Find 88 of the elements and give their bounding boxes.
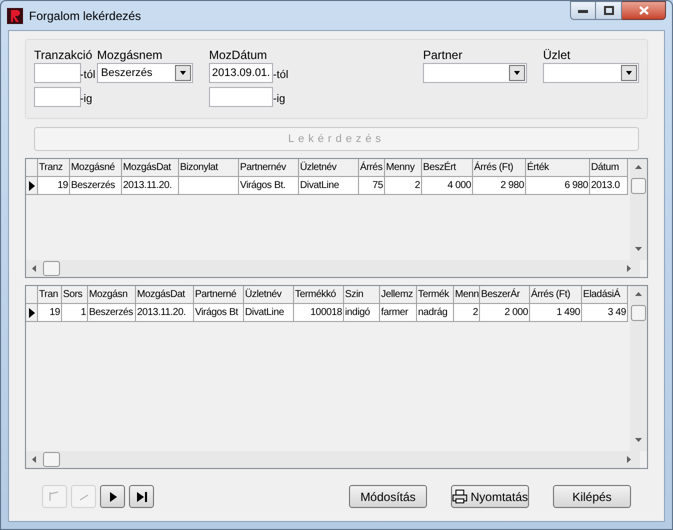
column-header[interactable]: Üzletnév (299, 159, 359, 177)
input-field[interactable] (209, 87, 273, 107)
vertical-scrollbar[interactable] (630, 286, 647, 451)
table-cell: 2 (385, 177, 422, 195)
column-header[interactable]: Partnernév (239, 159, 299, 177)
column-header[interactable]: Tranz (38, 159, 70, 177)
action-button[interactable]: Kilépés (553, 485, 631, 508)
suffix-label: -ig (273, 92, 286, 106)
table-cell: farmer (380, 304, 417, 322)
column-header[interactable]: BeszÉrt (422, 159, 473, 177)
column-header[interactable]: Partnerné (194, 286, 244, 304)
dropdown[interactable]: Beszerzés (97, 63, 193, 83)
table-cell: 100018 (294, 304, 344, 322)
window-title: Forgalom lekérdezés (29, 8, 142, 24)
field-label: MozDátum (209, 47, 268, 62)
action-button[interactable]: Módosítás (349, 485, 427, 508)
column-header[interactable]: BeszerÁr (480, 286, 530, 304)
suffix-label: -tól (273, 68, 288, 82)
table-cell: 19 (38, 177, 70, 195)
dropdown[interactable] (423, 63, 527, 83)
column-header[interactable]: MozgásDat (122, 159, 179, 177)
first-record-icon (48, 490, 60, 502)
nav-last-button[interactable] (129, 485, 154, 508)
table-cell: indigó (344, 304, 380, 322)
table-cell: 75 (359, 177, 385, 195)
column-header[interactable]: Mozgásné (70, 159, 122, 177)
column-header[interactable]: Jellemz (380, 286, 417, 304)
column-header[interactable]: MozgásDat (136, 286, 194, 304)
nav-next-button[interactable] (100, 485, 125, 508)
maximize-icon (604, 6, 614, 15)
table-cell: Virágos Bt (194, 304, 244, 322)
input-field[interactable] (34, 63, 81, 83)
input-field[interactable] (34, 87, 81, 107)
table-cell: 6 980 (526, 177, 590, 195)
column-header[interactable]: Érték (526, 159, 590, 177)
table-cell: 1 (62, 304, 88, 322)
input-field[interactable]: 2013.09.01. (209, 63, 273, 83)
suffix-label: -ig (80, 92, 92, 106)
close-button[interactable] (622, 1, 666, 20)
field-label: Üzlet (543, 47, 572, 62)
minimize-button[interactable] (570, 1, 596, 20)
column-header[interactable]: Árrés (Ft) (473, 159, 526, 177)
printer-icon (452, 489, 468, 504)
table-cell: nadrág (417, 304, 454, 322)
horizontal-scrollbar[interactable] (26, 260, 640, 277)
column-header[interactable]: Mozgásn (88, 286, 136, 304)
field-label: Mozgásnem (97, 47, 164, 62)
table-cell: 4 000 (422, 177, 473, 195)
table-cell: Virágos Bt. (239, 177, 299, 195)
table-cell: Beszerzés (88, 304, 136, 322)
table-cell: 2 000 (480, 304, 530, 322)
suffix-label: -tól (80, 68, 96, 82)
column-header[interactable]: Sors (62, 286, 88, 304)
table-cell: DivatLine (244, 304, 294, 322)
column-header[interactable]: Üzletnév (244, 286, 294, 304)
vertical-scrollbar[interactable] (630, 159, 647, 260)
app-icon (7, 8, 23, 24)
table-cell: 2013.11.20. (136, 304, 194, 322)
table-cell: 2 (454, 304, 480, 322)
table-cell: DivatLine (299, 177, 359, 195)
table-cell: 2013.0 (590, 177, 628, 195)
table-cell: 2013.11.20. (122, 177, 179, 195)
minimize-icon (578, 8, 588, 12)
column-header[interactable]: Árrés (359, 159, 385, 177)
column-header[interactable]: Termék (417, 286, 454, 304)
horizontal-scrollbar[interactable] (26, 451, 640, 468)
table-cell: 19 (38, 304, 62, 322)
table-cell: 2 980 (473, 177, 526, 195)
column-header[interactable]: Tran (38, 286, 62, 304)
field-label: Partner (423, 47, 464, 62)
dropdown[interactable] (543, 63, 639, 83)
field-label: Tranzakció (34, 47, 94, 62)
column-header[interactable]: Árrés (Ft) (530, 286, 582, 304)
column-header[interactable]: Dátum (590, 159, 628, 177)
column-header[interactable]: Menn (454, 286, 480, 304)
table-cell: Beszerzés (70, 177, 122, 195)
table-cell: 1 490 (530, 304, 582, 322)
table-cell: 3 49 (582, 304, 628, 322)
column-header[interactable]: Termékkó (294, 286, 344, 304)
column-header[interactable]: EladásiÁ (582, 286, 628, 304)
skip-end-icon (136, 490, 148, 502)
column-header[interactable]: Menny (385, 159, 422, 177)
close-icon (638, 6, 648, 15)
column-header[interactable]: Szin (344, 286, 380, 304)
maximize-button[interactable] (596, 1, 622, 20)
print-button[interactable]: Nyomtatás (451, 485, 529, 508)
column-header[interactable]: Bizonylat (179, 159, 239, 177)
table-cell (179, 177, 239, 195)
